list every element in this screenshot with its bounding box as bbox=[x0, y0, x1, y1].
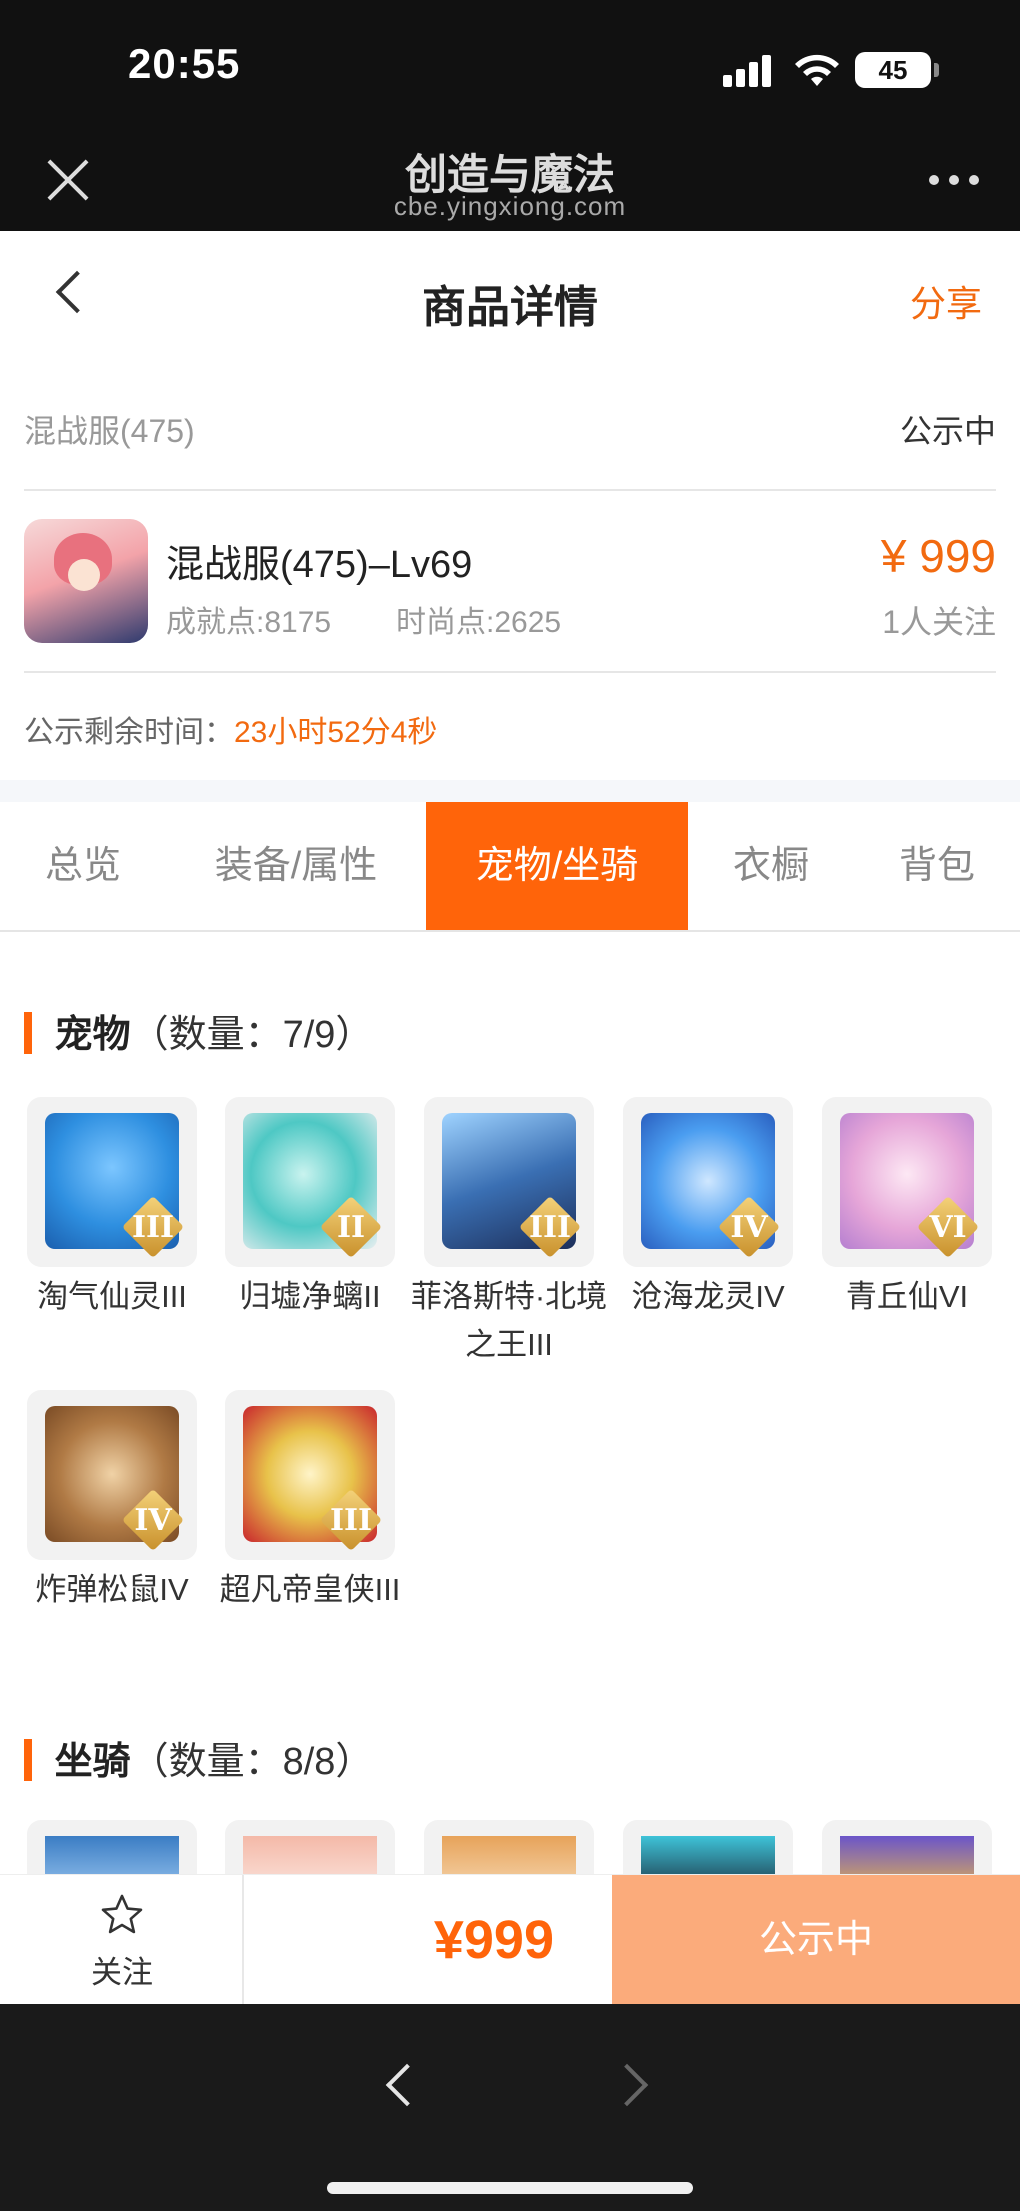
sea-dragon-spirit-icon: IV bbox=[623, 1097, 793, 1267]
page-header: 商品详情 分享 bbox=[0, 231, 1020, 361]
fashion-points: 时尚点:2625 bbox=[396, 606, 562, 639]
browser-navigation bbox=[0, 2004, 1020, 2211]
golden-emperor-pet-icon: III bbox=[225, 1390, 395, 1560]
tab-pets-mounts[interactable]: 宠物/坐骑 bbox=[426, 802, 688, 930]
pets-section-title: 宠物（数量：7/9） bbox=[24, 1003, 374, 1058]
share-button[interactable]: 分享 bbox=[910, 275, 982, 327]
pet-rank: II bbox=[336, 1210, 366, 1245]
blue-dog-pet-icon: III bbox=[27, 1097, 197, 1267]
pet-item[interactable]: VI 青丘仙VI bbox=[822, 1097, 992, 1321]
page-title: 商品详情 bbox=[422, 283, 598, 332]
tab-wardrobe[interactable]: 衣橱 bbox=[688, 802, 854, 930]
mounts-title: 坐骑 bbox=[54, 1741, 131, 1783]
pink-mount-icon[interactable] bbox=[225, 1820, 395, 1874]
pet-name: 淘气仙灵III bbox=[37, 1279, 187, 1314]
pet-name: 青丘仙VI bbox=[845, 1279, 969, 1314]
nav-forward-icon[interactable] bbox=[612, 2054, 652, 2114]
countdown: 公示剩余时间：23小时52分4秒 bbox=[24, 707, 437, 751]
purple-mount-icon[interactable] bbox=[822, 1820, 992, 1874]
pet-rank: IV bbox=[730, 1210, 768, 1245]
orange-mount-icon[interactable] bbox=[424, 1820, 594, 1874]
cellular-signal-icon bbox=[723, 53, 777, 87]
product-price: ¥ 999 bbox=[880, 530, 996, 582]
pet-name: 炸弹松鼠IV bbox=[35, 1572, 189, 1607]
pet-rank: III bbox=[131, 1210, 175, 1245]
pet-rank: III bbox=[528, 1210, 572, 1245]
mounts-section-title: 坐骑（数量：8/8） bbox=[24, 1730, 374, 1785]
achievement-points: 成就点:8175 bbox=[166, 606, 332, 639]
follow-label: 关注 bbox=[91, 1955, 153, 1990]
product-summary: 混战服(475)–Lv69 成就点:8175 时尚点:2625 ¥ 999 1人… bbox=[24, 493, 996, 673]
bomb-squirrel-pet-icon: IV bbox=[27, 1390, 197, 1560]
pet-name: 沧海龙灵IV bbox=[631, 1279, 785, 1314]
blue-mount-icon[interactable] bbox=[27, 1820, 197, 1874]
nav-back-icon[interactable] bbox=[380, 2054, 420, 2114]
section-divider bbox=[0, 780, 1020, 802]
star-icon bbox=[101, 1894, 143, 1934]
pet-rank: VI bbox=[929, 1210, 967, 1245]
tab-bag[interactable]: 背包 bbox=[854, 802, 1020, 930]
pets-count: （数量：7/9） bbox=[130, 1014, 374, 1056]
pet-item[interactable]: IV 沧海龙灵IV bbox=[623, 1097, 793, 1321]
tab-overview[interactable]: 总览 bbox=[0, 802, 166, 930]
site-url: cbe.yingxiong.com bbox=[393, 191, 627, 221]
pet-item[interactable]: III 菲洛斯特·北境之王III bbox=[411, 1097, 607, 1369]
product-name: 混战服(475)–Lv69 bbox=[166, 544, 473, 586]
cyan-mount-icon[interactable] bbox=[623, 1820, 793, 1874]
server-row: 混战服(475) 公示中 bbox=[24, 361, 996, 491]
status-time: 20:55 bbox=[128, 40, 241, 87]
wifi-icon bbox=[795, 54, 839, 86]
countdown-label: 公示剩余时间： bbox=[24, 716, 234, 749]
countdown-value: 23小时52分4秒 bbox=[234, 716, 438, 749]
character-avatar bbox=[24, 519, 148, 643]
pet-name: 超凡帝皇侠III bbox=[219, 1572, 401, 1607]
mounts-list bbox=[0, 1820, 1020, 1874]
battery-icon: 45 bbox=[855, 52, 939, 88]
tab-bar: 总览 装备/属性 宠物/坐骑 衣橱 背包 bbox=[0, 802, 1020, 932]
teal-dragon-pet-icon: II bbox=[225, 1097, 395, 1267]
fox-fairy-pet-icon: VI bbox=[822, 1097, 992, 1267]
follower-count: 1人关注 bbox=[882, 604, 996, 640]
server-name: 混战服(475) bbox=[24, 413, 195, 449]
pet-item[interactable]: II 归墟净螭II bbox=[225, 1097, 395, 1321]
mounts-count: （数量：8/8） bbox=[130, 1741, 374, 1783]
pet-item[interactable]: III 淘气仙灵III bbox=[27, 1097, 197, 1321]
pet-name: 归墟净螭II bbox=[239, 1279, 381, 1314]
browser-header: 创造与魔法 cbe.yingxiong.com bbox=[0, 115, 1020, 231]
pet-item[interactable]: IV 炸弹松鼠IV bbox=[27, 1390, 197, 1614]
pet-item[interactable]: III 超凡帝皇侠III bbox=[220, 1390, 400, 1614]
pet-rank: III bbox=[329, 1503, 373, 1538]
bottom-price: ¥999 bbox=[433, 1910, 554, 1970]
status-button[interactable]: 公示中 bbox=[612, 1875, 1020, 2005]
status-bar: 20:55 45 bbox=[0, 0, 1020, 115]
listing-status: 公示中 bbox=[899, 413, 996, 449]
follow-button[interactable]: 关注 bbox=[0, 1875, 244, 2005]
more-options-icon[interactable] bbox=[925, 175, 985, 187]
home-indicator[interactable] bbox=[327, 2182, 693, 2194]
pets-title: 宠物 bbox=[54, 1014, 131, 1056]
bottom-action-bar: 关注 ¥999 公示中 bbox=[0, 1874, 1020, 2005]
ice-king-pet-icon: III bbox=[424, 1097, 594, 1267]
pet-name: 菲洛斯特·北境之王III bbox=[410, 1279, 608, 1362]
tab-equipment[interactable]: 装备/属性 bbox=[166, 802, 426, 930]
pet-rank: IV bbox=[134, 1503, 172, 1538]
